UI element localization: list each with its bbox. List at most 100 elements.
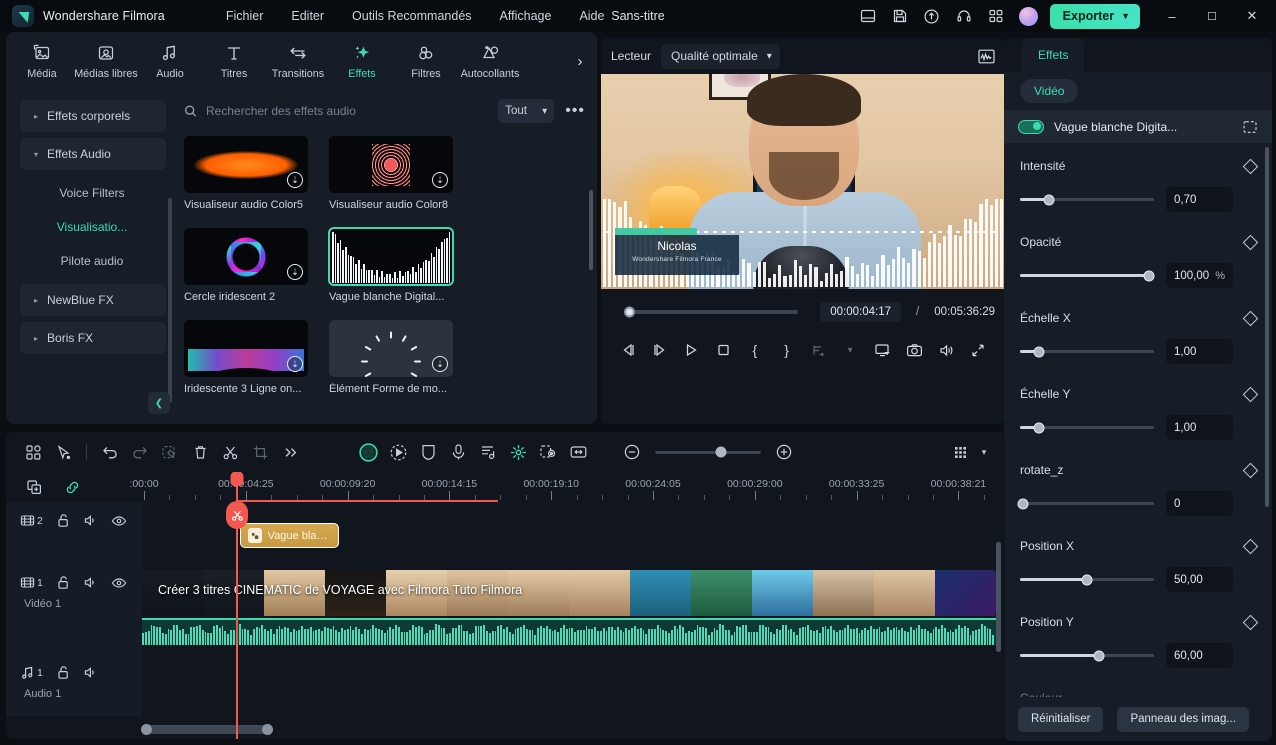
close-button[interactable]: ✕ — [1232, 0, 1272, 32]
effect-enable-toggle[interactable] — [1018, 119, 1044, 134]
timeline-view-dropdown-icon[interactable]: ▾ — [975, 438, 993, 466]
minimize-button[interactable]: – — [1152, 0, 1192, 32]
effects-filter-dropdown[interactable]: Tout ▾ — [498, 99, 555, 123]
ribbon-more-button[interactable]: › — [567, 41, 593, 81]
effect-card[interactable]: ⇣ Élément Forme de mo... — [329, 320, 453, 395]
track-lane-audio-1[interactable] — [142, 654, 1005, 716]
property-value-input[interactable]: 100,00 % — [1166, 263, 1233, 288]
property-value-input[interactable]: 0 — [1166, 491, 1233, 516]
tab-effets-properties[interactable]: Effets — [1022, 38, 1085, 72]
seek-slider[interactable] — [624, 306, 799, 318]
track-head-video-1[interactable]: 1 Vidéo 1 — [6, 564, 142, 654]
tab-titres[interactable]: Titres — [202, 34, 266, 88]
category-scrollbar[interactable] — [168, 198, 172, 403]
download-icon[interactable]: ⇣ — [432, 172, 448, 188]
add-marker-button[interactable] — [804, 336, 834, 364]
tab-media[interactable]: Média — [10, 34, 74, 88]
download-icon[interactable]: ⇣ — [287, 356, 303, 372]
sidebar-item-voice-filters[interactable]: Voice Filters — [20, 176, 164, 210]
link-chain-icon[interactable] — [62, 477, 82, 497]
sidebar-item-newblue-fx[interactable]: ▸ NewBlue FX — [20, 284, 166, 316]
download-icon[interactable]: ⇣ — [287, 264, 303, 280]
tab-filtres[interactable]: Filtres — [394, 34, 458, 88]
maximize-button[interactable]: ☐ — [1192, 0, 1232, 32]
timeline-view-grid-icon[interactable] — [945, 438, 975, 466]
track-head-video-2[interactable]: 2 — [6, 502, 142, 564]
timeline-clip-effect[interactable]: Vague blanc... — [240, 523, 339, 548]
snapshot-button[interactable] — [899, 336, 929, 364]
tab-effets[interactable]: Effets — [330, 34, 394, 88]
effect-card[interactable]: ⇣ Visualiseur audio Color5 — [184, 136, 308, 211]
zoom-out-icon[interactable] — [617, 438, 647, 466]
chip-video[interactable]: Vidéo — [1020, 79, 1079, 103]
record-voiceover-icon[interactable] — [443, 438, 473, 466]
properties-scrollbar[interactable] — [1265, 147, 1269, 507]
apps-grid-icon[interactable] — [981, 1, 1011, 31]
property-value-input[interactable]: 60,00 — [1166, 643, 1233, 668]
effect-card[interactable]: ⇣ Iridescente 3 Ligne on... — [184, 320, 308, 395]
property-slider[interactable] — [1020, 574, 1154, 585]
effect-card[interactable]: ⇣ Cercle iridescent 2 — [184, 228, 308, 303]
unlock-icon[interactable] — [56, 665, 70, 680]
redo-icon[interactable] — [125, 438, 155, 466]
color-match-icon[interactable] — [413, 438, 443, 466]
download-icon[interactable]: ⇣ — [432, 356, 448, 372]
adjust-duration-icon[interactable] — [563, 438, 593, 466]
zoom-slider[interactable] — [655, 446, 761, 458]
volume-button[interactable] — [931, 336, 961, 364]
mark-out-button[interactable]: } — [772, 336, 802, 364]
template-grid-icon[interactable] — [18, 438, 48, 466]
search-field-wrapper[interactable] — [184, 104, 499, 118]
speaker-icon[interactable] — [83, 513, 98, 528]
property-slider[interactable] — [1020, 422, 1154, 433]
video-preview[interactable]: Nicolas Wondershare Filmora France — [601, 74, 1005, 289]
layout-icon[interactable] — [853, 1, 883, 31]
search-input[interactable] — [206, 104, 499, 118]
track-lane-video-2[interactable]: Vague blanc... — [142, 502, 1005, 564]
property-value-input[interactable]: 1,00 — [1166, 415, 1233, 440]
keyframe-diamond-icon[interactable] — [1242, 158, 1259, 174]
playhead[interactable] — [226, 501, 248, 739]
speaker-icon[interactable] — [83, 665, 98, 680]
reset-button[interactable]: Réinitialiser — [1018, 706, 1104, 732]
export-button[interactable]: Exporter ▼ — [1049, 3, 1140, 29]
timeline-vertical-scrollbar[interactable] — [996, 542, 1001, 652]
split-scissors-icon[interactable] — [226, 501, 248, 529]
keyframe-diamond-icon[interactable] — [1242, 462, 1259, 478]
split-scissors-icon[interactable] — [215, 438, 245, 466]
zoom-slider-handle[interactable] — [715, 446, 727, 458]
keyframe-diamond-icon[interactable] — [1242, 538, 1259, 554]
unlock-icon[interactable] — [56, 513, 70, 528]
menu-fichier[interactable]: Fichier — [213, 4, 277, 28]
speaker-icon[interactable] — [83, 575, 98, 590]
menu-outils-recommandes[interactable]: Outils Recommandés — [339, 4, 485, 28]
sidebar-item-effets-corporels[interactable]: ▸ Effets corporels — [20, 100, 166, 132]
marker-dropdown-button[interactable]: ▾ — [835, 336, 865, 364]
scope-button[interactable] — [978, 49, 995, 64]
sidebar-item-pilote-audio[interactable]: Pilote audio — [20, 244, 164, 278]
stop-button[interactable] — [708, 336, 738, 364]
next-frame-button[interactable] — [645, 336, 675, 364]
ai-mask-icon[interactable] — [353, 438, 383, 466]
sidebar-item-effets-audio[interactable]: ▾ Effets Audio — [20, 138, 166, 170]
ruler-playhead[interactable] — [230, 472, 244, 502]
zoom-in-icon[interactable] — [769, 438, 799, 466]
keyframe-diamond-icon[interactable] — [1242, 614, 1259, 630]
property-slider[interactable] — [1020, 270, 1155, 281]
keyframe-panel-button[interactable]: Panneau des imag... — [1117, 706, 1249, 732]
property-value-input[interactable]: 0,70 — [1166, 187, 1233, 212]
cloud-upload-icon[interactable] — [917, 1, 947, 31]
property-slider[interactable] — [1020, 650, 1154, 661]
playhead-handle[interactable] — [230, 472, 244, 486]
track-lane-video-1[interactable]: Créer 3 titres CINEMATIC de VOYAGE avec … — [142, 564, 1005, 654]
keyframe-diamond-icon[interactable] — [1242, 234, 1259, 250]
mark-in-button[interactable]: { — [740, 336, 770, 364]
effects-grid-scrollbar[interactable] — [589, 190, 593, 270]
sidebar-item-boris-fx[interactable]: ▸ Boris FX — [20, 322, 166, 354]
add-track-icon[interactable] — [24, 477, 44, 497]
property-slider[interactable] — [1020, 346, 1154, 357]
timeline-ruler[interactable]: :00:00 00:00:04:25 00:00:09:20 00:00:14:15 0… — [129, 472, 1005, 502]
seek-handle[interactable] — [624, 306, 635, 318]
collapse-panel-button[interactable]: ❮ — [148, 392, 170, 414]
tab-transitions[interactable]: Transitions — [266, 34, 330, 88]
